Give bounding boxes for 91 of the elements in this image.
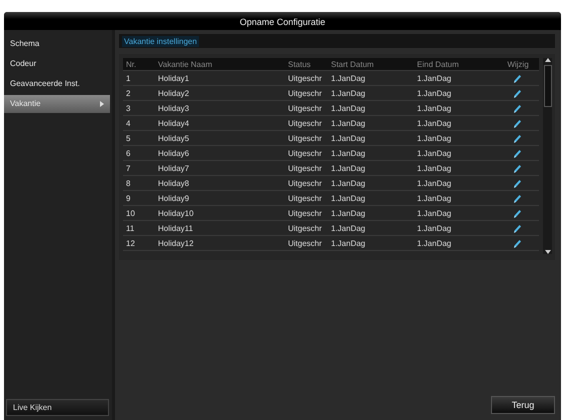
table-cell-text: 1.JanDag — [331, 164, 366, 172]
edit-icon[interactable] — [514, 104, 522, 112]
back-button[interactable]: Terug — [491, 396, 555, 414]
edit-icon[interactable] — [514, 208, 522, 218]
table-cell-text: Holiday9 — [158, 194, 190, 202]
table-cell-text: 1.JanDag — [417, 74, 452, 82]
table-cell-text: Holiday5 — [158, 134, 190, 142]
table-cell-text: 1.JanDag — [417, 134, 452, 142]
table-cell-text: Uitgeschr — [288, 134, 323, 142]
table-cell-text: 1.JanDag — [417, 88, 452, 98]
column-header: Eind Datum — [417, 60, 460, 68]
edit-icon[interactable] — [514, 178, 522, 188]
edit-icon[interactable] — [514, 134, 522, 142]
table-cell-text: Holiday6 — [158, 148, 190, 158]
table-cell-text: 2 — [125, 88, 132, 98]
column-header: Start Datum — [331, 60, 375, 68]
edit-icon[interactable] — [514, 238, 522, 248]
table-cell-text: Uitgeschr — [288, 148, 323, 158]
sidebar-item[interactable]: Vakantie — [4, 95, 110, 113]
scroll-down-icon[interactable] — [544, 250, 550, 254]
table-cell-text: 1.JanDag — [331, 224, 366, 232]
table-cell-text: 1.JanDag — [331, 118, 366, 128]
table-cell-text: 1.JanDag — [331, 134, 366, 142]
table-cell-text: 11 — [125, 224, 136, 232]
table-cell-text: 9 — [125, 194, 132, 202]
table-cell-text: Uitgeschr — [288, 178, 323, 188]
edit-icon[interactable] — [514, 224, 522, 232]
table-cell-text: 7 — [125, 164, 132, 172]
sidebar-item[interactable]: Codeur — [4, 55, 112, 73]
sidebar-item[interactable]: Schema — [4, 35, 112, 53]
table-cell-text: 8 — [125, 178, 132, 188]
table-cell-text: 12 — [125, 238, 136, 248]
scroll-up-icon[interactable] — [544, 58, 550, 62]
edit-icon[interactable] — [514, 164, 522, 172]
table-cell-text: Uitgeschr — [288, 88, 323, 98]
table-cell-text: 1.JanDag — [331, 88, 366, 98]
edit-icon[interactable] — [514, 88, 522, 98]
table-cell-text: 1.JanDag — [331, 238, 366, 248]
window-title: Opname Configuratie — [4, 12, 561, 30]
table-cell-text: 3 — [125, 104, 132, 112]
table-cell-text: 1.JanDag — [417, 208, 452, 218]
column-header: Vakantie Naam — [158, 60, 214, 68]
table-cell-text: Uitgeschr — [288, 164, 323, 172]
edit-icon[interactable] — [514, 118, 522, 128]
table-cell-text: Holiday4 — [158, 118, 190, 128]
edit-icon[interactable] — [514, 194, 522, 202]
table-cell-text: 1.JanDag — [417, 164, 452, 172]
table-cell-text: 4 — [125, 118, 132, 128]
table-cell-text: 1.JanDag — [417, 194, 452, 202]
table-cell-text: 1.JanDag — [331, 194, 366, 202]
table-cell-text: Holiday11 — [158, 224, 194, 232]
table-cell-text: 6 — [125, 148, 132, 158]
sidebar-item[interactable]: Geavanceerde Inst. — [4, 75, 112, 93]
table-cell-text: Uitgeschr — [288, 194, 323, 202]
table-cell-text: Holiday1 — [158, 74, 190, 82]
table-cell-text: Uitgeschr — [288, 224, 323, 232]
table-cell-text: 1.JanDag — [417, 118, 452, 128]
column-header: Wijzig — [506, 60, 530, 68]
settings-tab[interactable]: Vakantie instellingen — [122, 36, 199, 46]
table-cell-text: 5 — [125, 134, 132, 142]
scroll-thumb[interactable] — [544, 65, 552, 107]
table-cell-text: Holiday8 — [158, 178, 190, 188]
table-cell-text: Holiday12 — [158, 238, 195, 248]
table-cell-text: Uitgeschr — [288, 208, 323, 218]
edit-icon[interactable] — [514, 74, 522, 82]
edit-icon[interactable] — [514, 148, 522, 158]
table-cell-text: Uitgeschr — [288, 238, 323, 248]
table-cell-text: 1.JanDag — [417, 178, 452, 188]
table-cell-text: Uitgeschr — [288, 104, 323, 112]
table-cell-text: Holiday2 — [158, 88, 190, 98]
table-cell-text: 1.JanDag — [331, 178, 366, 188]
table-cell-text: Uitgeschr — [288, 118, 323, 128]
column-header: Nr. — [125, 60, 138, 68]
table-cell-text: 1.JanDag — [417, 224, 452, 232]
table-cell-text: 10 — [125, 208, 136, 218]
table-cell-text: 1.JanDag — [331, 208, 366, 218]
table-cell-text: 1 — [125, 74, 132, 82]
table-cell-text: 1.JanDag — [417, 104, 452, 112]
table-cell-text: Holiday10 — [158, 208, 195, 218]
table-cell-text: Holiday3 — [158, 104, 190, 112]
column-header: Status — [288, 60, 312, 68]
live-view-button[interactable]: Live Kijken — [6, 399, 109, 416]
table-cell-text: 1.JanDag — [417, 148, 452, 158]
table-cell-text: 1.JanDag — [331, 148, 366, 158]
chevron-icon — [100, 101, 104, 107]
table-cell-text: Uitgeschr — [288, 74, 323, 82]
table-cell-text: 1.JanDag — [417, 238, 452, 248]
table-cell-text: 1.JanDag — [331, 104, 366, 112]
scrollbar[interactable] — [543, 58, 552, 254]
table-cell-text: Holiday7 — [158, 164, 190, 172]
table-cell-text: 1.JanDag — [331, 74, 366, 82]
